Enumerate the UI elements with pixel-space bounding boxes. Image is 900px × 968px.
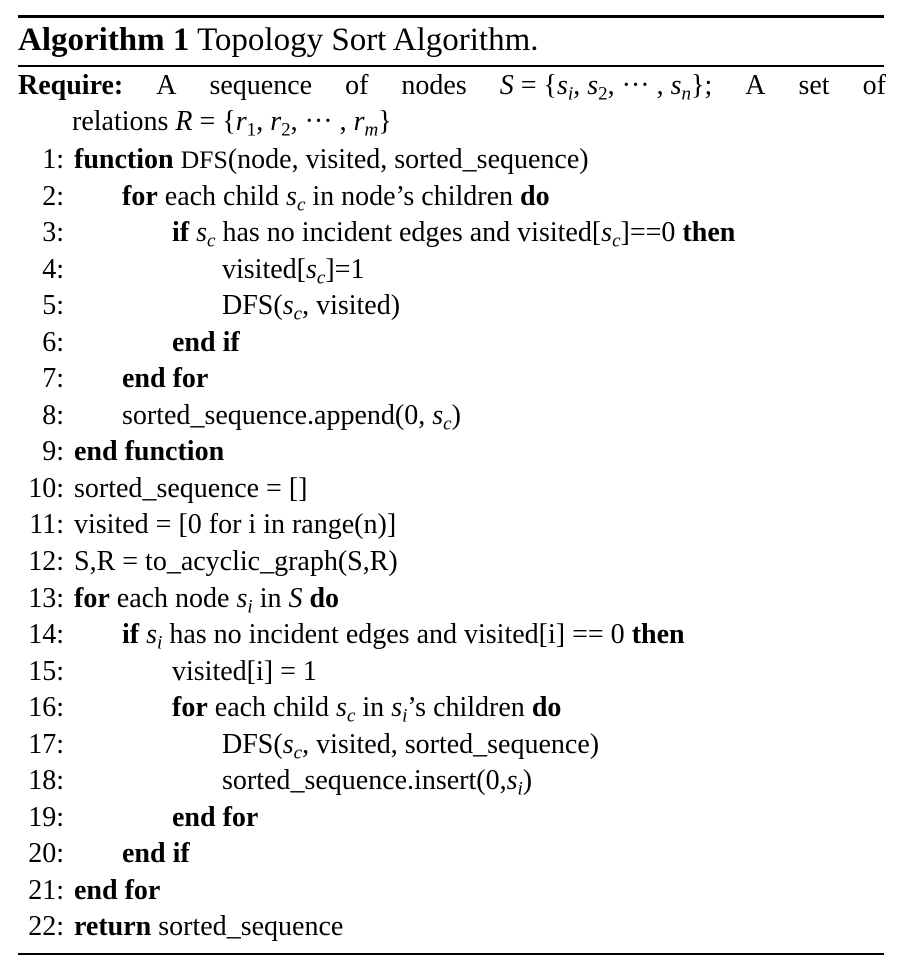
algorithm-line: 16: for each child sc in si’s children do: [0, 690, 900, 727]
line-number: 11:: [29, 509, 64, 541]
line-code: if sc has no incident edges and visited[…: [172, 217, 736, 252]
line-code: DFS(sc, visited): [222, 290, 401, 325]
line-code: end for: [172, 801, 259, 833]
require-word: A: [745, 70, 766, 101]
algorithm-line: 2: for each child sc in node’s children d…: [0, 179, 900, 216]
line-code: sorted_sequence = []: [74, 472, 308, 504]
line-number: 10:: [28, 472, 64, 504]
algorithm-body: 1: function DFS(node, visited, sorted_seq…: [0, 142, 900, 946]
line-code: return sorted_sequence: [74, 911, 344, 943]
algorithm-line: 6: end if: [0, 325, 900, 362]
require-word: of: [345, 70, 369, 101]
line-number: 18:: [28, 765, 64, 797]
line-number: 16:: [28, 692, 64, 724]
line-number: 2:: [42, 180, 64, 212]
algorithm-line: 7: end for: [0, 361, 900, 398]
algorithm-line: 1: function DFS(node, visited, sorted_seq…: [0, 142, 900, 179]
line-number: 9:: [42, 436, 64, 468]
require-word: nodes: [401, 70, 467, 101]
line-number: 20:: [28, 838, 64, 870]
caption-rule: [18, 65, 884, 67]
require-word: sequence: [209, 70, 313, 101]
algorithm-line: 8: sorted_sequence.append(0, sc): [0, 398, 900, 435]
line-code: visited = [0 for i in range(n)]: [74, 509, 397, 541]
require-keyword: Require:: [18, 70, 124, 101]
line-code: for each child sc in si’s children do: [172, 692, 562, 727]
line-number: 13:: [28, 582, 64, 614]
algorithm-title: Topology Sort Algorithm.: [197, 22, 539, 58]
algorithm-label: Algorithm 1: [18, 22, 190, 58]
line-number: 6:: [42, 326, 64, 358]
algorithm-line: 11: visited = [0 for i in range(n)]: [0, 507, 900, 544]
line-code: end for: [74, 874, 161, 906]
line-code: end function: [74, 436, 225, 468]
line-number: 17:: [28, 728, 64, 760]
line-code: end for: [122, 363, 209, 395]
bottom-rule: [18, 953, 884, 955]
line-number: 14:: [28, 619, 64, 651]
line-number: 19:: [28, 801, 64, 833]
line-code: S,R = to_acyclic_graph(S,R): [74, 546, 398, 578]
line-number: 5:: [42, 290, 64, 322]
line-number: 15:: [28, 655, 64, 687]
algorithm-line: 19: end for: [0, 800, 900, 837]
line-code: for each child sc in node’s children do: [122, 180, 550, 215]
line-code: visited[i] = 1: [172, 655, 317, 687]
line-number: 21:: [28, 874, 64, 906]
algorithm-line: 9: end function: [0, 434, 900, 471]
line-code: sorted_sequence.append(0, sc): [122, 399, 461, 435]
line-number: 7:: [42, 363, 64, 395]
algorithm-line: 17: DFS(sc, visited, sorted_sequence): [0, 727, 900, 764]
line-code: sorted_sequence.insert(0,si): [222, 765, 533, 800]
line-code: end if: [172, 326, 240, 358]
line-code: visited[sc]=1: [222, 253, 365, 288]
line-code: DFS(sc, visited, sorted_sequence): [222, 728, 600, 764]
require-word: of: [862, 70, 886, 101]
algorithm-line: 13: for each node si in S do: [0, 581, 900, 618]
algorithm-line: 12: S,R = to_acyclic_graph(S,R): [0, 544, 900, 581]
require-word: A: [156, 70, 177, 101]
require-word: set: [798, 70, 830, 101]
require-block: Require: Asequence of nodes S = {si, s2, ···…: [18, 68, 886, 140]
algorithm-line: 20: end if: [0, 836, 900, 873]
line-number: 1:: [42, 144, 64, 175]
algorithm-line: 4: visited[sc]=1: [0, 252, 900, 289]
line-code: for each node si in S do: [74, 582, 340, 617]
algorithm-line: 22: return sorted_sequence: [0, 909, 900, 946]
require-line-1: Require: Asequence of nodes S = {si, s2, ···…: [18, 68, 886, 104]
line-number: 3:: [42, 217, 64, 249]
line-number: 12:: [28, 546, 64, 578]
algorithm-line: 15: visited[i] = 1: [0, 654, 900, 691]
algorithm-line: 18: sorted_sequence.insert(0,si): [0, 763, 900, 800]
algorithm-caption: Algorithm 1 Topology Sort Algorithm.: [18, 20, 539, 60]
algorithm-line: 3: if sc has no incident edges and visite…: [0, 215, 900, 252]
line-number: 22:: [28, 911, 64, 943]
line-number: 8:: [42, 399, 64, 431]
line-code: end if: [122, 838, 190, 870]
algorithm-line: 14: if si has no incident edges and visit…: [0, 617, 900, 654]
require-word: S = {si, s2, ··· , sn};: [499, 70, 713, 105]
line-code: function DFS(node, visited, sorted_seque…: [74, 144, 589, 175]
algorithm-line: 10: sorted_sequence = []: [0, 471, 900, 508]
algorithm-line: 5: DFS(sc, visited): [0, 288, 900, 325]
line-number: 4:: [42, 253, 64, 285]
require-line-2: relations R = {r1, r2, ··· , rm}: [72, 106, 392, 141]
top-rule: [18, 15, 884, 18]
line-code: if si has no incident edges and visited[…: [122, 619, 685, 654]
algorithm-line: 21: end for: [0, 873, 900, 910]
